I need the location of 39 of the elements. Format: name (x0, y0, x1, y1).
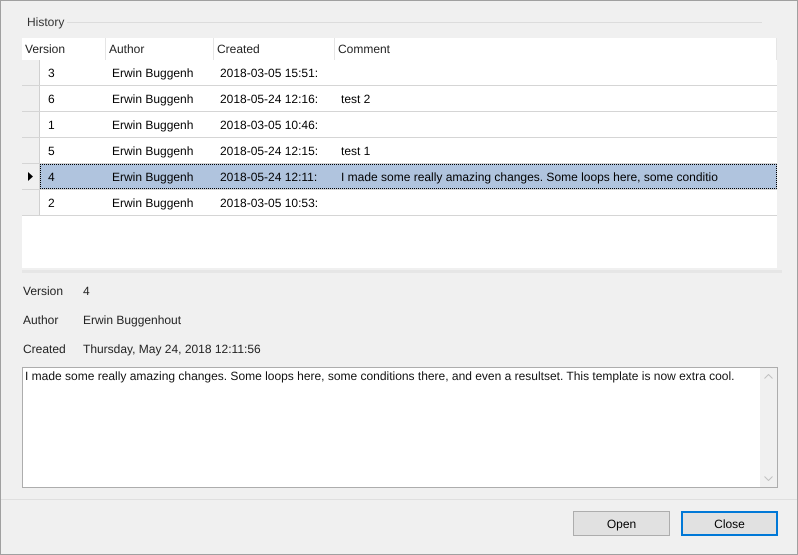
scrollbar[interactable] (760, 368, 777, 487)
table-cell-text: 2018-03-05 10:53: (220, 194, 318, 212)
field-value: Erwin Buggenhout (83, 312, 182, 328)
field-label: Created (23, 340, 67, 358)
table-cell-text: 2018-05-24 12:16: (220, 90, 318, 108)
table-cell-text: 2018-03-05 15:51: (220, 64, 318, 82)
comment-textarea[interactable]: I made some really amazing changes. Some loops here, some conditions there, and even a resultset. This template is now extra cool. (22, 367, 778, 488)
table-cell-text: test 2 (341, 90, 370, 108)
table-cell-text: 4 (48, 168, 55, 186)
field-label: Author (23, 312, 60, 328)
dialog-button[interactable]: Close (681, 511, 778, 536)
group-title: History (26, 14, 66, 31)
history-grid[interactable] (22, 38, 777, 268)
field-label: Version (23, 282, 64, 300)
table-cell-text: 1 (48, 116, 55, 134)
scroll-down-icon[interactable] (764, 476, 773, 481)
table-cell-text: Erwin Buggenh (112, 90, 194, 108)
table-cell-text: Erwin Buggenh (112, 64, 194, 82)
table-row[interactable]: 4 Erwin Buggenh 2018-05-24 12:11: I made some really amazing changes. Some loops here, some conditio (40, 164, 777, 189)
table-cell-text: 5 (48, 142, 55, 160)
table-cell-text: Erwin Buggenh (112, 168, 194, 186)
table-cell-text: 3 (48, 64, 55, 82)
table-cell-text: I made some really amazing changes. Some loops here, some conditio (341, 168, 718, 186)
table-cell-text: 2018-03-05 10:46: (220, 116, 318, 134)
table-cell-text: Erwin Buggenh (112, 116, 194, 134)
table-cell-text: test 1 (341, 142, 370, 160)
table-cell-text: Erwin Buggenh (112, 142, 194, 160)
scroll-up-icon[interactable] (764, 374, 773, 379)
field-value: Thursday, May 24, 2018 12:11:56 (83, 340, 261, 358)
table-cell-text: 2 (48, 194, 55, 212)
table-cell-text: Erwin Buggenh (112, 194, 194, 212)
current-row-icon (28, 172, 33, 181)
row-header[interactable] (22, 164, 40, 189)
comment-text: I made some really amazing changes. Some loops here, some conditions there, and even a resultset. This template is now extra cool. (25, 369, 734, 383)
field-value: 4 (83, 282, 90, 300)
table-cell-text: 2018-05-24 12:15: (220, 142, 318, 160)
table-cell-text: 2018-05-24 12:11: (220, 168, 318, 186)
dialog-button[interactable]: Open (573, 511, 670, 536)
table-cell-text: 6 (48, 90, 55, 108)
